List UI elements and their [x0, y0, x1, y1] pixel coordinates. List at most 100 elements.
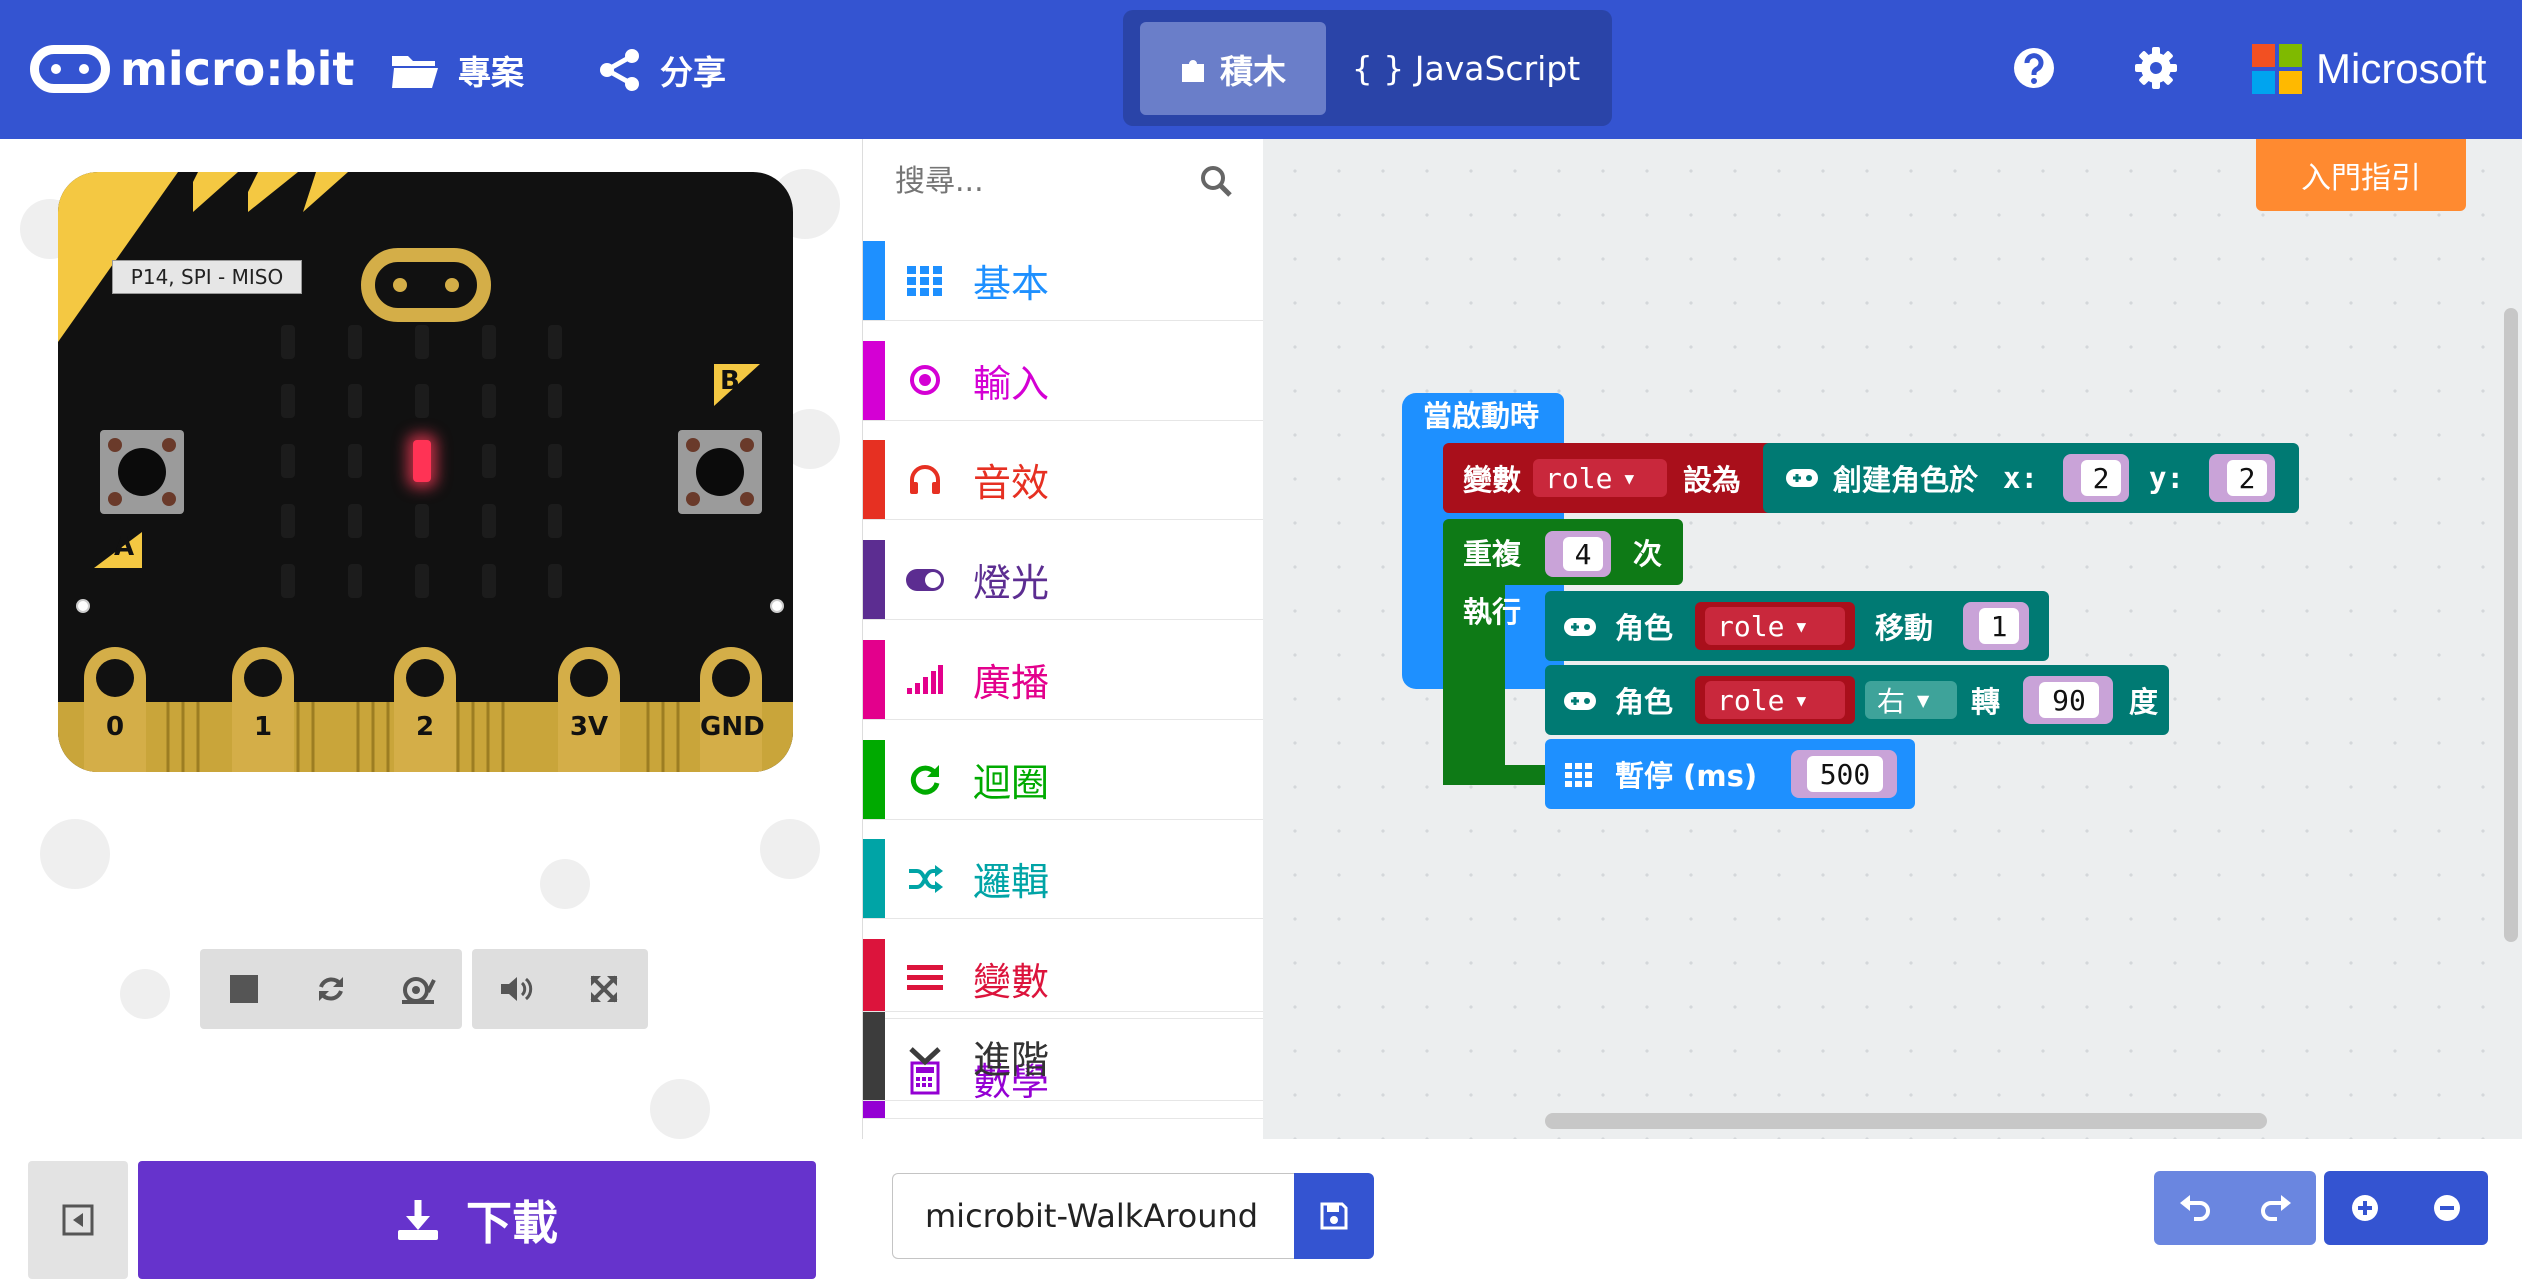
pause-label: 暫停 (ms) [1615, 759, 1758, 793]
search-box [863, 139, 1263, 223]
create-sprite-label: 創建角色於 [1833, 463, 1979, 497]
help-button[interactable] [2006, 40, 2062, 96]
advanced-label: 進階 [973, 1037, 1050, 1082]
turn-variable-dropdown[interactable]: role ▼ [1705, 681, 1845, 719]
turn-unit-label: 度 [2129, 685, 2159, 719]
project-name-input[interactable] [892, 1173, 1294, 1259]
share-label: 分享 [660, 53, 726, 92]
redo-icon [2260, 1195, 2291, 1221]
undo-icon [2179, 1195, 2210, 1221]
undo-redo-group [2154, 1171, 2316, 1245]
category-color-bar [863, 639, 885, 719]
workspace-horizontal-scrollbar[interactable] [1545, 1113, 2267, 1129]
zoom-group [2324, 1171, 2488, 1245]
pin-label: GND [700, 712, 765, 742]
getting-started-button[interactable]: 入門指引 [2256, 139, 2466, 211]
pin-2[interactable]: 2 [394, 647, 456, 772]
turn-direction-dropdown[interactable]: 右 ▼ [1865, 681, 1957, 719]
settings-button[interactable] [2128, 40, 2184, 96]
toolbox-category-1[interactable]: 輸入 [863, 340, 1263, 421]
y-value-input[interactable]: 2 [2227, 460, 2267, 496]
toolbox-category-4[interactable]: 廣播 [863, 639, 1263, 720]
tab-blocks[interactable]: 積木 [1140, 22, 1326, 115]
set-suffix-label: 設為 [1683, 463, 1742, 497]
slow-motion-button[interactable] [390, 961, 446, 1017]
headphones-icon [905, 460, 945, 500]
button-screw [686, 492, 700, 506]
turn-value-input[interactable]: 90 [2039, 682, 2099, 718]
stop-button[interactable] [216, 961, 272, 1017]
move-value-input[interactable]: 1 [1979, 608, 2019, 644]
set-variable-dropdown[interactable]: role ▼ [1533, 459, 1667, 497]
sound-button[interactable] [488, 961, 544, 1017]
toolbox-category-3[interactable]: 燈光 [863, 540, 1263, 621]
led-off [415, 325, 429, 359]
led-off [348, 504, 362, 538]
restart-button[interactable] [303, 961, 359, 1017]
projects-button[interactable]: 專案 [390, 40, 524, 100]
footer-bar: 下載 [0, 1139, 2522, 1286]
zoom-out-button[interactable] [2417, 1178, 2477, 1238]
microsoft-logo[interactable]: Microsoft [2252, 40, 2486, 98]
button-screw [686, 438, 700, 452]
toolbox-category-5[interactable]: 迴圈 [863, 739, 1263, 820]
pin-3v[interactable]: 3V [558, 647, 620, 772]
toolbox-category-6[interactable]: 邏輯 [863, 839, 1263, 920]
led-off [348, 325, 362, 359]
pin-label: 1 [253, 712, 273, 742]
share-button[interactable]: 分享 [598, 40, 726, 100]
dropdown-arrow-icon: ▼ [1624, 468, 1635, 488]
toolbox-advanced[interactable]: 進階 [863, 1011, 1263, 1101]
x-value-input[interactable]: 2 [2081, 460, 2121, 496]
pin-1[interactable]: 1 [232, 647, 294, 772]
zoom-in-button[interactable] [2335, 1178, 2395, 1238]
workspace-vertical-scrollbar[interactable] [2504, 308, 2518, 942]
toolbox-category-7[interactable]: 變數 [863, 938, 1263, 1019]
lines-icon [905, 958, 945, 998]
category-color-bar [863, 440, 885, 520]
download-label: 下載 [466, 1196, 558, 1250]
radio-target-icon [905, 360, 945, 400]
sound-icon [501, 977, 533, 1001]
download-button[interactable]: 下載 [138, 1161, 816, 1279]
pause-value-input[interactable]: 500 [1807, 756, 1883, 792]
search-icon[interactable] [1199, 164, 1233, 198]
simulator-controls [200, 949, 462, 1029]
collapse-simulator-button[interactable] [28, 1161, 128, 1279]
microbit-face-logo [361, 248, 491, 322]
move-variable-dropdown[interactable]: role ▼ [1705, 607, 1845, 645]
button-b-label: B [720, 366, 740, 396]
save-button[interactable] [1294, 1173, 1374, 1259]
board-corner-stripes [58, 172, 348, 342]
background-decoration [120, 969, 170, 1019]
toolbox-category-2[interactable]: 音效 [863, 440, 1263, 521]
pin-gnd[interactable]: GND [700, 647, 765, 772]
led-off [348, 564, 362, 598]
microbit-logo[interactable]: micro:bit [30, 36, 354, 102]
toolbox: 基本輸入音效燈光廣播迴圈邏輯變數數學進階 [862, 139, 1263, 1139]
search-input[interactable] [863, 151, 1183, 211]
gear-icon [2135, 47, 2177, 89]
repeat-count-input[interactable]: 4 [1563, 537, 1603, 571]
tab-blocks-label: 積木 [1220, 51, 1286, 91]
undo-button[interactable] [2165, 1178, 2225, 1238]
tab-javascript[interactable]: { } JavaScript [1336, 22, 1596, 115]
blocks-workspace[interactable]: 當啟動時 變數 role ▼ 設為 創建角色於 x: 2 y: 2 重複 4 次 … [1263, 139, 2522, 1139]
redo-button[interactable] [2246, 1178, 2306, 1238]
pin-0[interactable]: 0 [84, 647, 146, 772]
refresh-icon [905, 759, 945, 799]
button-screw [108, 492, 122, 506]
fullscreen-button[interactable] [576, 961, 632, 1017]
side-hole-right [770, 599, 784, 613]
microsoft-logo-icon [2252, 44, 2302, 94]
category-color-bar [863, 1012, 885, 1100]
on-start-label: 當啟動時 [1423, 399, 1540, 433]
folder-icon [392, 56, 438, 88]
dropdown-arrow-icon: ▼ [1796, 690, 1807, 710]
save-icon [1320, 1202, 1348, 1230]
led-off [415, 504, 429, 538]
toolbox-category-0[interactable]: 基本 [863, 241, 1263, 321]
led-off [281, 444, 295, 478]
zoom-out-icon [2434, 1195, 2460, 1221]
button-screw [162, 492, 176, 506]
